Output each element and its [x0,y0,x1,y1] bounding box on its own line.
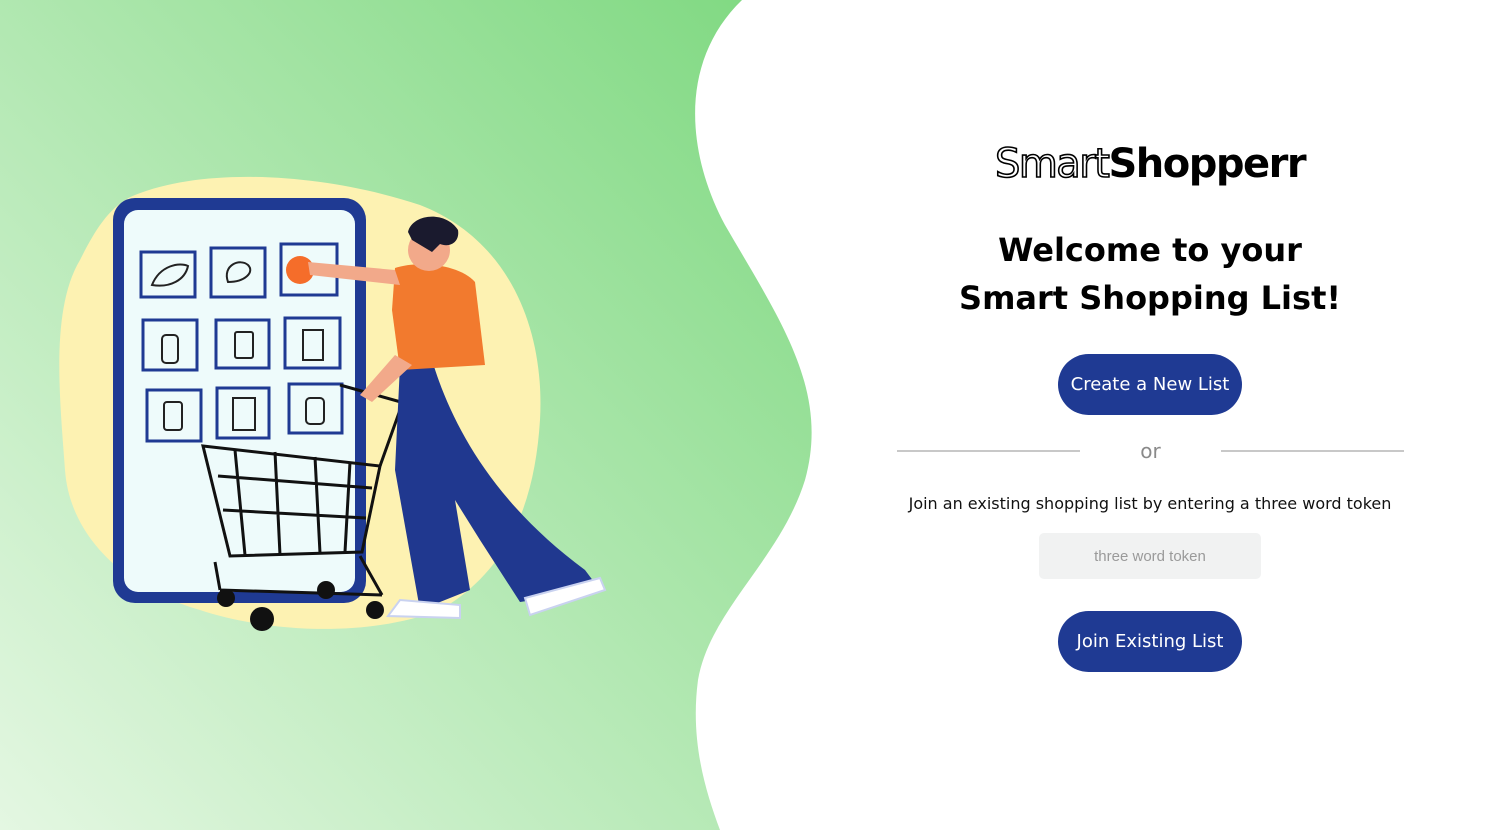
token-input[interactable] [1039,533,1261,579]
logo-outline-text: Smart [994,140,1111,188]
divider-right [1221,450,1404,452]
create-list-button[interactable]: Create a New List [1058,354,1242,415]
divider-or-text: or [1140,439,1161,463]
welcome-line-2: Smart Shopping List! [959,279,1341,317]
welcome-line-1: Welcome to your [998,231,1302,269]
divider-left [897,450,1080,452]
app-logo: SmartShopperr [880,140,1420,188]
join-instructions: Join an existing shopping list by enteri… [908,494,1392,513]
welcome-heading: Welcome to your Smart Shopping List! [880,226,1420,322]
shopper-illustration [59,176,607,631]
logo-solid-text: Shopperr [1108,141,1306,187]
welcome-panel: SmartShopperr Welcome to your Smart Shop… [880,0,1420,830]
join-list-button[interactable]: Join Existing List [1058,611,1242,672]
